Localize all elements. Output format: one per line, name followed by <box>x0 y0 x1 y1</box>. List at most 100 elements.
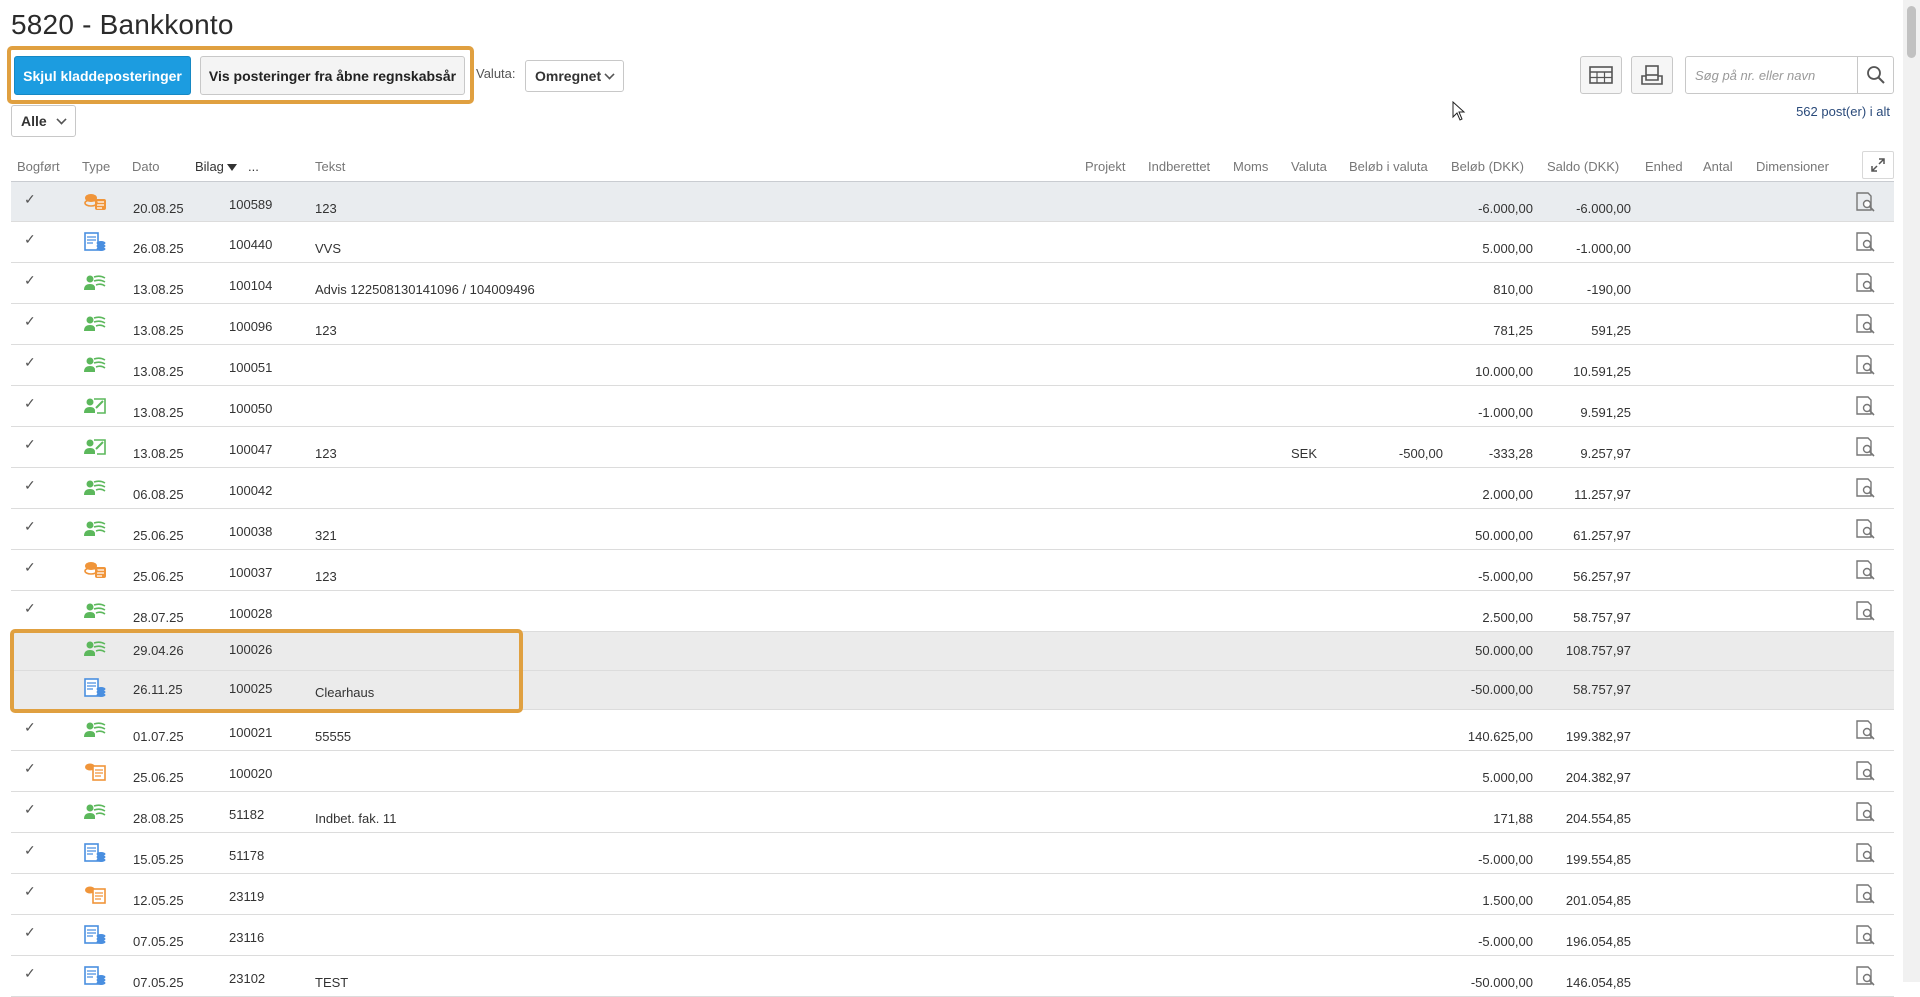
draft-table-row[interactable]: 29.04.26 100026 50.000,00 108.757,97 <box>11 632 1894 671</box>
table-row[interactable]: ✓ 01.07.25 100021 55555 140.625,00 199.382,97 <box>11 710 1894 751</box>
cell-bilag[interactable]: 100037 <box>229 565 272 580</box>
cell-saldo: 199.554,85 <box>1565 852 1631 867</box>
table-row[interactable]: ✓ 07.05.25 23116 -5.000,00 196.054,85 <box>11 915 1894 956</box>
table-row[interactable]: ✓ 26.08.25 100440 VVS 5.000,00 -1.000,00 <box>11 222 1894 263</box>
vertical-scrollbar[interactable] <box>1903 0 1920 982</box>
view-voucher-icon[interactable] <box>1855 478 1877 501</box>
cell-saldo: 204.382,97 <box>1565 770 1631 785</box>
view-voucher-icon[interactable] <box>1855 232 1877 255</box>
col-valuta[interactable]: Valuta <box>1291 159 1327 174</box>
col-bilag[interactable]: Bilag <box>195 159 237 174</box>
cell-bilag[interactable]: 100589 <box>229 197 272 212</box>
col-moms[interactable]: Moms <box>1233 159 1268 174</box>
view-voucher-icon[interactable] <box>1855 560 1877 583</box>
cell-belob: 781,25 <box>1493 323 1533 338</box>
search-input[interactable] <box>1686 57 1858 93</box>
view-voucher-icon[interactable] <box>1855 273 1877 296</box>
col-bogfort[interactable]: Bogført <box>17 159 60 174</box>
view-voucher-icon[interactable] <box>1855 396 1877 419</box>
cell-saldo: 196.054,85 <box>1565 934 1631 949</box>
cell-dato: 07.05.25 <box>133 934 184 949</box>
cell-bilag[interactable]: 100096 <box>229 319 272 334</box>
cell-bilag[interactable]: 100047 <box>229 442 272 457</box>
table-row[interactable]: ✓ 13.08.25 100050 -1.000,00 9.591,25 <box>11 386 1894 427</box>
view-voucher-icon[interactable] <box>1855 761 1877 784</box>
cell-bilag[interactable]: 51178 <box>229 848 264 863</box>
cell-bilag[interactable]: 51182 <box>229 807 264 822</box>
expand-table-button[interactable] <box>1862 151 1894 179</box>
col-tekst[interactable]: Tekst <box>315 159 345 174</box>
table-row[interactable]: ✓ 25.06.25 100037 123 -5.000,00 56.257,97 <box>11 550 1894 591</box>
col-antal[interactable]: Antal <box>1703 159 1733 174</box>
view-voucher-icon[interactable] <box>1855 601 1877 624</box>
table-row[interactable]: ✓ 25.06.25 100020 5.000,00 204.382,97 <box>11 751 1894 792</box>
table-row[interactable]: ✓ 13.08.25 100047 123 SEK -500,00 -333,28 9.257… <box>11 427 1894 468</box>
table-row[interactable]: ✓ 13.08.25 100096 123 781,25 591,25 <box>11 304 1894 345</box>
view-voucher-icon[interactable] <box>1855 884 1877 907</box>
cell-bilag[interactable]: 23116 <box>229 930 264 945</box>
col-projekt[interactable]: Projekt <box>1085 159 1125 174</box>
view-voucher-icon[interactable] <box>1855 314 1877 337</box>
table-row[interactable]: ✓ 20.08.25 100589 123 -6.000,00 -6.000,00 <box>11 181 1894 222</box>
cell-dato: 28.08.25 <box>133 811 184 826</box>
table-row[interactable]: ✓ 12.05.25 23119 1.500,00 201.054,85 <box>11 874 1894 915</box>
search-button[interactable] <box>1857 57 1893 93</box>
cell-belob: 2.000,00 <box>1482 487 1533 502</box>
cell-bilag[interactable]: 100104 <box>229 278 272 293</box>
draft-table-row[interactable]: 26.11.25 100025 Clearhaus -50.000,00 58.757,… <box>11 671 1894 710</box>
table-row[interactable]: ✓ 07.05.25 23102 TEST -50.000,00 146.054,85 <box>11 956 1894 997</box>
cell-saldo: 58.757,97 <box>1573 610 1631 625</box>
col-indberettet[interactable]: Indberettet <box>1148 159 1210 174</box>
cell-bilag[interactable]: 100026 <box>229 642 272 657</box>
cell-bilag[interactable]: 100051 <box>229 360 272 375</box>
table-row[interactable]: ✓ 15.05.25 51178 -5.000,00 199.554,85 <box>11 833 1894 874</box>
cell-bilag[interactable]: 100042 <box>229 483 272 498</box>
cell-bilag[interactable]: 100020 <box>229 766 272 781</box>
col-dimensioner[interactable]: Dimensioner <box>1756 159 1829 174</box>
posted-check-icon: ✓ <box>24 313 36 329</box>
view-voucher-icon[interactable] <box>1855 437 1877 460</box>
col-type[interactable]: Type <box>82 159 110 174</box>
print-button[interactable] <box>1631 56 1673 94</box>
view-voucher-icon[interactable] <box>1855 355 1877 378</box>
col-enhed[interactable]: Enhed <box>1645 159 1683 174</box>
show-open-years-button[interactable]: Vis posteringer fra åbne regnskabsår <box>200 56 465 95</box>
view-voucher-icon[interactable] <box>1855 720 1877 743</box>
col-dato[interactable]: Dato <box>132 159 159 174</box>
view-voucher-icon[interactable] <box>1855 843 1877 866</box>
table-row[interactable]: ✓ 13.08.25 100051 10.000,00 10.591,25 <box>11 345 1894 386</box>
cell-bilag[interactable]: 100028 <box>229 606 272 621</box>
cell-belob: 5.000,00 <box>1482 241 1533 256</box>
table-row[interactable]: ✓ 06.08.25 100042 2.000,00 11.257,97 <box>11 468 1894 509</box>
cell-bilag[interactable]: 100025 <box>229 681 272 696</box>
valuta-select[interactable]: Omregnet <box>525 60 624 92</box>
posted-check-icon: ✓ <box>24 354 36 370</box>
cell-belob: -5.000,00 <box>1478 852 1533 867</box>
table-row[interactable]: ✓ 28.08.25 51182 Indbet. fak. 11 171,88 204.5… <box>11 792 1894 833</box>
view-voucher-icon[interactable] <box>1855 925 1877 948</box>
view-voucher-icon[interactable] <box>1855 966 1877 989</box>
cell-dato: 13.08.25 <box>133 446 184 461</box>
table-row[interactable]: ✓ 28.07.25 100028 2.500,00 58.757,97 <box>11 591 1894 632</box>
green-person-icon <box>83 355 107 378</box>
cell-bilag[interactable]: 23102 <box>229 971 265 986</box>
filter-select[interactable]: Alle <box>11 105 76 137</box>
view-voucher-icon[interactable] <box>1855 192 1877 215</box>
col-saldo[interactable]: Saldo (DKK) <box>1547 159 1619 174</box>
cell-bilag[interactable]: 100021 <box>229 725 272 740</box>
table-row[interactable]: ✓ 13.08.25 100104 Advis 122508130141096 / 1… <box>11 263 1894 304</box>
table-row[interactable]: ✓ 25.06.25 100038 321 50.000,00 61.257,97 <box>11 509 1894 550</box>
col-more[interactable]: ... <box>248 159 259 174</box>
col-belob[interactable]: Beløb (DKK) <box>1451 159 1524 174</box>
cell-bilag[interactable]: 23119 <box>229 889 264 904</box>
cell-bilag[interactable]: 100440 <box>229 237 272 252</box>
scrollbar-thumb[interactable] <box>1907 6 1916 58</box>
cell-bilag[interactable]: 100038 <box>229 524 272 539</box>
view-voucher-icon[interactable] <box>1855 519 1877 542</box>
view-voucher-icon[interactable] <box>1855 802 1877 825</box>
hide-draft-entries-button[interactable]: Skjul kladdeposteringer <box>14 56 191 95</box>
column-settings-button[interactable] <box>1580 56 1622 94</box>
cell-bilag[interactable]: 100050 <box>229 401 272 416</box>
col-belob-valuta[interactable]: Beløb i valuta <box>1349 159 1428 174</box>
cell-belob: -5.000,00 <box>1478 934 1533 949</box>
